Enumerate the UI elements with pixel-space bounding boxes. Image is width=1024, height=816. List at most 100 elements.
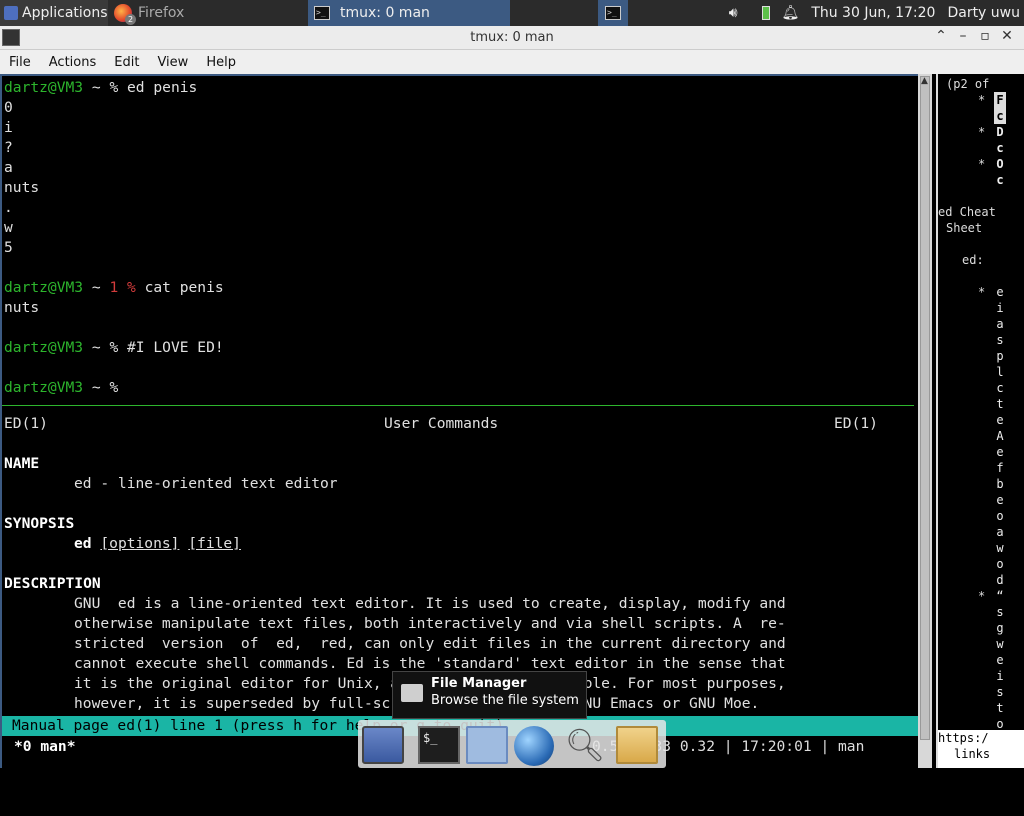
man-synopsis-heading: SYNOPSIS: [4, 515, 75, 532]
dock: $_ 🔍︎: [358, 720, 666, 768]
terminal-icon: >_: [314, 6, 330, 20]
applications-icon: [4, 6, 18, 20]
home-folder-icon[interactable]: [466, 726, 508, 764]
side-column-letter: e: [996, 285, 1004, 299]
window-titlebar[interactable]: tmux: 0 man ⌃ – ▫ ✕: [0, 26, 1024, 50]
battery-icon[interactable]: [750, 5, 770, 21]
side-cheat-title-1: ed Cheat: [938, 205, 996, 219]
tmux-pane-divider[interactable]: [2, 405, 914, 406]
top-panel: Applications 2 Firefox >_ tmux: 0 man >_…: [0, 0, 1024, 26]
scroll-up-arrow-icon[interactable]: ▲: [921, 76, 928, 86]
applications-menu[interactable]: Applications: [0, 0, 108, 26]
terminal-pane[interactable]: dartz@VM3 ~ % ed penis 0 i? a nuts. w 5 dartz@…: [0, 74, 918, 770]
maximize-icon[interactable]: ⌃: [930, 28, 952, 44]
firefox-icon: 2: [114, 4, 136, 25]
tooltip-subtitle: Browse the file system: [431, 693, 579, 708]
terminal-scrollbar[interactable]: ▲: [918, 74, 932, 768]
shell-output: dartz@VM3 ~ % ed penis 0 i? a nuts. w 5 dartz@…: [4, 79, 224, 396]
clock[interactable]: Thu 30 Jun, 17:20: [811, 5, 935, 21]
scrollbar-thumb[interactable]: [920, 76, 930, 740]
restore-icon[interactable]: ▫: [974, 28, 996, 44]
search-icon[interactable]: 🔍︎: [564, 726, 606, 764]
side-column-letter: d: [996, 573, 1004, 587]
side-toc-letter[interactable]: F: [994, 92, 1006, 108]
side-cheat-title-2: Sheet: [946, 221, 983, 235]
man-description-heading: DESCRIPTION: [4, 575, 101, 592]
menu-help[interactable]: Help: [197, 55, 245, 70]
menu-edit[interactable]: Edit: [105, 55, 148, 70]
side-column-letter: w: [996, 541, 1004, 555]
side-column-letter: e: [996, 653, 1004, 667]
menu-actions[interactable]: Actions: [40, 55, 106, 70]
window-title: tmux: 0 man: [470, 30, 554, 45]
side-column-letter: b: [996, 477, 1004, 491]
side-column-letter: l: [996, 365, 1004, 379]
file-manager-icon[interactable]: [616, 726, 658, 764]
side-column-letter: o: [996, 509, 1004, 523]
prompt-line: dartz@VM3 ~ 1 % cat penis: [4, 279, 224, 296]
side-column-letter: o: [996, 557, 1004, 571]
terminal-launcher-icon[interactable]: $_: [418, 726, 460, 764]
tooltip-title: File Manager: [431, 676, 527, 691]
menu-file[interactable]: File: [0, 55, 40, 70]
system-tray: 🔊︎ 🔔︎ Thu 30 Jun, 17:20 Darty uwu: [717, 0, 1024, 26]
side-links-bar[interactable]: https:/ links: [938, 730, 1024, 768]
side-toc-letter[interactable]: D: [994, 124, 1006, 140]
taskbar-firefox[interactable]: 2 Firefox: [110, 0, 306, 26]
side-column-letter: t: [996, 701, 1004, 715]
tmux-window-label[interactable]: *0 man*: [14, 737, 76, 757]
side-column-letter: g: [996, 621, 1004, 635]
side-link-url[interactable]: https:/: [938, 730, 1024, 746]
side-page-indicator: (p2 of: [946, 77, 990, 91]
taskbar-firefox-label: Firefox: [138, 5, 185, 21]
man-header: ED(1) User Commands ED(1): [4, 415, 878, 432]
workspace-terminal-button[interactable]: >_: [598, 0, 628, 26]
close-icon[interactable]: ✕: [996, 28, 1018, 44]
side-ed-label: ed:: [962, 253, 984, 267]
side-window[interactable]: (p2 of * Fc * Dc * Oc ed Cheat Sheet ed: * * e i…: [936, 74, 1024, 768]
web-browser-icon[interactable]: [514, 726, 554, 766]
menu-bar: File Actions Edit View Help: [0, 50, 1024, 74]
side-column-letter: w: [996, 637, 1004, 651]
side-column-letter: t: [996, 397, 1004, 411]
bell-icon[interactable]: 🔔︎: [782, 5, 800, 21]
side-column-letter: p: [996, 349, 1004, 363]
side-toc-letter[interactable]: c: [994, 172, 1006, 188]
man-page: ED(1) User Commands ED(1) NAME ed - line-or…: [4, 414, 909, 714]
side-links-label: links: [954, 747, 991, 761]
user-menu[interactable]: Darty uwu: [947, 5, 1020, 21]
minimize-icon[interactable]: –: [952, 28, 974, 44]
taskbar-tmux[interactable]: >_ tmux: 0 man: [308, 0, 510, 26]
side-column-letter: a: [996, 317, 1004, 331]
side-column-letter: c: [996, 381, 1004, 395]
man-name-heading: NAME: [4, 455, 40, 472]
side-toc-letter[interactable]: c: [994, 108, 1006, 124]
side-column-letter: “: [996, 589, 1004, 603]
applications-label: Applications: [22, 5, 108, 21]
side-toc-letter[interactable]: c: [994, 140, 1006, 156]
terminal-icon: >_: [605, 6, 621, 20]
side-column-letter: s: [996, 333, 1004, 347]
side-column-letter: e: [996, 445, 1004, 459]
side-column-letter: A: [996, 429, 1004, 443]
show-desktop-icon[interactable]: [362, 726, 404, 764]
side-column-letter: f: [996, 461, 1004, 475]
side-column-letter: e: [996, 493, 1004, 507]
window-count-badge: 2: [125, 14, 136, 25]
side-column-letter: s: [996, 685, 1004, 699]
prompt-line: dartz@VM3 ~ % #I LOVE ED!: [4, 339, 224, 356]
side-column-letter: i: [996, 301, 1004, 315]
prompt-line: dartz@VM3 ~ %: [4, 379, 119, 396]
side-column-letter: s: [996, 605, 1004, 619]
volume-icon[interactable]: 🔊︎: [729, 5, 738, 21]
menu-view[interactable]: View: [148, 55, 197, 70]
side-toc-letter[interactable]: O: [994, 156, 1006, 172]
file-manager-tooltip: File Manager Browse the file system: [392, 671, 587, 719]
drive-icon: [401, 684, 423, 702]
side-column-letter: i: [996, 669, 1004, 683]
prompt-line: dartz@VM3 ~ % ed penis: [4, 79, 198, 96]
taskbar-tmux-label: tmux: 0 man: [340, 5, 430, 21]
window-controls: ⌃ – ▫ ✕: [930, 28, 1018, 44]
side-column-letter: e: [996, 413, 1004, 427]
side-column-letter: a: [996, 525, 1004, 539]
